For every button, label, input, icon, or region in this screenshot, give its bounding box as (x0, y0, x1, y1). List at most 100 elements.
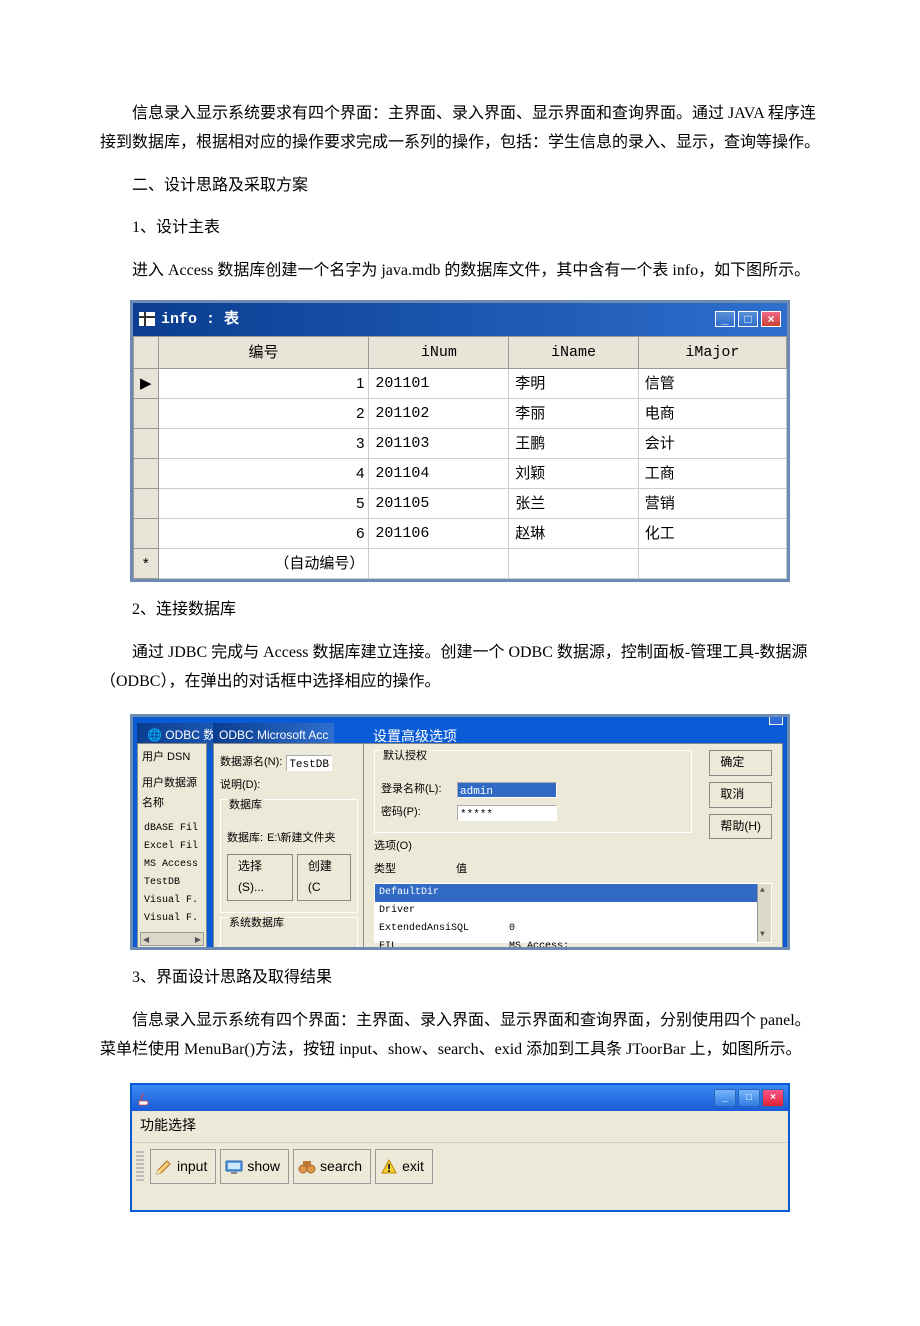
cell-iname[interactable]: 李丽 (509, 398, 638, 428)
cell-id[interactable]: 4 (158, 458, 369, 488)
cell-inum[interactable]: 201106 (369, 518, 509, 548)
maximize-button[interactable]: □ (738, 311, 758, 327)
dsn-list-item[interactable]: Excel Fil (142, 838, 202, 856)
cell-iname[interactable]: 张兰 (509, 488, 638, 518)
exit-button[interactable]: exit (375, 1149, 433, 1184)
options-list[interactable]: DefaultDirDriverExtendedAnsiSQL0FILMS Ac… (374, 883, 772, 943)
access-window: info : 表 _ □ × 编号 iNum iName iMajor ▶120… (130, 300, 790, 582)
login-name-input[interactable]: admin (457, 782, 557, 798)
cell-imajor[interactable]: 信管 (638, 368, 786, 398)
cell-inum[interactable]: 201104 (369, 458, 509, 488)
cell-inum[interactable]: 201102 (369, 398, 509, 428)
cell-imajor[interactable]: 电商 (638, 398, 786, 428)
input-button[interactable]: input (150, 1149, 216, 1184)
cell-imajor[interactable]: 工商 (638, 458, 786, 488)
minimize-button[interactable]: _ (715, 311, 735, 327)
system-database-group: 系统数据库 无(E) 数据库(T): (220, 917, 358, 951)
cell-id[interactable]: 2 (158, 398, 369, 428)
cell-id[interactable]: 1 (158, 368, 369, 398)
row-selector[interactable] (134, 458, 159, 488)
table-row[interactable]: 5201105张兰营销 (134, 488, 787, 518)
toolbar-grip[interactable] (136, 1151, 144, 1183)
cell-empty[interactable] (638, 548, 786, 578)
type-header: 类型 (374, 860, 396, 880)
row-selector[interactable] (134, 518, 159, 548)
cell-iname[interactable]: 王鹏 (509, 428, 638, 458)
database-group: 数据库 数据库: E:\新建文件夹 选择(S)... 创建(C (220, 799, 358, 913)
cell-inum[interactable]: 201101 (369, 368, 509, 398)
dsn-list-item[interactable]: TestDB (142, 874, 202, 892)
cell-imajor[interactable]: 化工 (638, 518, 786, 548)
cell-inum[interactable]: 201105 (369, 488, 509, 518)
dsn-list-item[interactable]: Visual F. (142, 892, 202, 910)
cell-id[interactable]: 3 (158, 428, 369, 458)
cell-iname[interactable]: 刘颖 (509, 458, 638, 488)
heading-2-1: 1、设计主表 (100, 214, 820, 243)
option-row[interactable]: Driver (375, 902, 771, 920)
default-auth-group: 默认授权 登录名称(L): admin 密码(P): ***** (374, 750, 692, 832)
search-button-label: search (320, 1154, 362, 1179)
ok-button[interactable]: 确定 (709, 750, 772, 776)
cell-iname[interactable]: 赵琳 (509, 518, 638, 548)
create-db-button[interactable]: 创建(C (297, 854, 351, 901)
row-selector[interactable] (134, 488, 159, 518)
value-header: 值 (456, 860, 467, 880)
select-db-button[interactable]: 选择(S)... (227, 854, 293, 901)
horizontal-scrollbar[interactable] (140, 932, 204, 946)
default-auth-legend: 默认授权 (381, 747, 429, 767)
cell-id[interactable]: 6 (158, 518, 369, 548)
option-row[interactable]: ExtendedAnsiSQL0 (375, 920, 771, 938)
col-header-id[interactable]: 编号 (158, 336, 369, 368)
new-row-selector[interactable]: * (134, 548, 159, 578)
binoculars-icon (298, 1158, 316, 1176)
close-button[interactable]: × (761, 311, 781, 327)
dsn-list[interactable]: dBASE FilExcel FilMS AccessTestDBVisual … (142, 820, 202, 928)
system-database-legend: 系统数据库 (227, 914, 286, 934)
dsn-list-item[interactable]: Visual F. (142, 910, 202, 928)
dsn-name-input[interactable]: TestDB (286, 755, 332, 771)
info-table: 编号 iNum iName iMajor ▶1201101李明信管2201102… (133, 336, 787, 579)
password-input[interactable]: ***** (457, 805, 557, 821)
dsn-list-item[interactable]: dBASE Fil (142, 820, 202, 838)
cell-autonumber[interactable]: （自动编号） (158, 548, 369, 578)
cell-empty[interactable] (369, 548, 509, 578)
search-button[interactable]: search (293, 1149, 371, 1184)
cell-iname[interactable]: 李明 (509, 368, 638, 398)
table-row[interactable]: 3201103王鹏会计 (134, 428, 787, 458)
table-row[interactable]: 2201102李丽电商 (134, 398, 787, 428)
row-selector[interactable] (134, 398, 159, 428)
table-new-row[interactable]: *（自动编号） (134, 548, 787, 578)
dsn-list-item[interactable]: MS Access (142, 856, 202, 874)
cell-imajor[interactable]: 会计 (638, 428, 786, 458)
cell-inum[interactable]: 201103 (369, 428, 509, 458)
show-button-label: show (247, 1154, 280, 1179)
show-button[interactable]: show (220, 1149, 289, 1184)
table-row[interactable]: 4201104刘颖工商 (134, 458, 787, 488)
user-datasource-label: 用户数据源 (142, 774, 202, 794)
menu-function-select[interactable]: 功能选择 (140, 1119, 196, 1134)
swing-minimize-button[interactable]: _ (714, 1089, 736, 1107)
table-row[interactable]: ▶1201101李明信管 (134, 368, 787, 398)
odbc-left-panel: 用户 DSN 用户数据源 名称 dBASE FilExcel FilMS Acc… (137, 743, 207, 949)
row-selector[interactable]: ▶ (134, 368, 159, 398)
help-button[interactable]: 帮助(H) (709, 814, 772, 840)
row-selector[interactable] (134, 428, 159, 458)
swing-close-button[interactable]: × (762, 1089, 784, 1107)
col-header-iname[interactable]: iName (509, 336, 638, 368)
col-header-imajor[interactable]: iMajor (638, 336, 786, 368)
access-window-title: info : 表 (161, 306, 239, 333)
cell-empty[interactable] (509, 548, 638, 578)
cell-id[interactable]: 5 (158, 488, 369, 518)
option-row[interactable]: DefaultDir (375, 884, 771, 902)
odbc-advanced-panel: 确定 取消 帮助(H) 默认授权 登录名称(L): admin 密码(P): *… (363, 743, 783, 949)
col-header-inum[interactable]: iNum (369, 336, 509, 368)
option-row[interactable]: FILMS Access; (375, 938, 771, 950)
user-dsn-tab[interactable]: 用户 DSN (142, 748, 202, 768)
vertical-scrollbar[interactable] (757, 884, 771, 942)
login-name-label: 登录名称(L): (381, 780, 453, 800)
database-path-label: 数据库: (227, 829, 263, 849)
swing-maximize-button[interactable]: □ (738, 1089, 760, 1107)
cancel-button[interactable]: 取消 (709, 782, 772, 808)
table-row[interactable]: 6201106赵琳化工 (134, 518, 787, 548)
cell-imajor[interactable]: 营销 (638, 488, 786, 518)
